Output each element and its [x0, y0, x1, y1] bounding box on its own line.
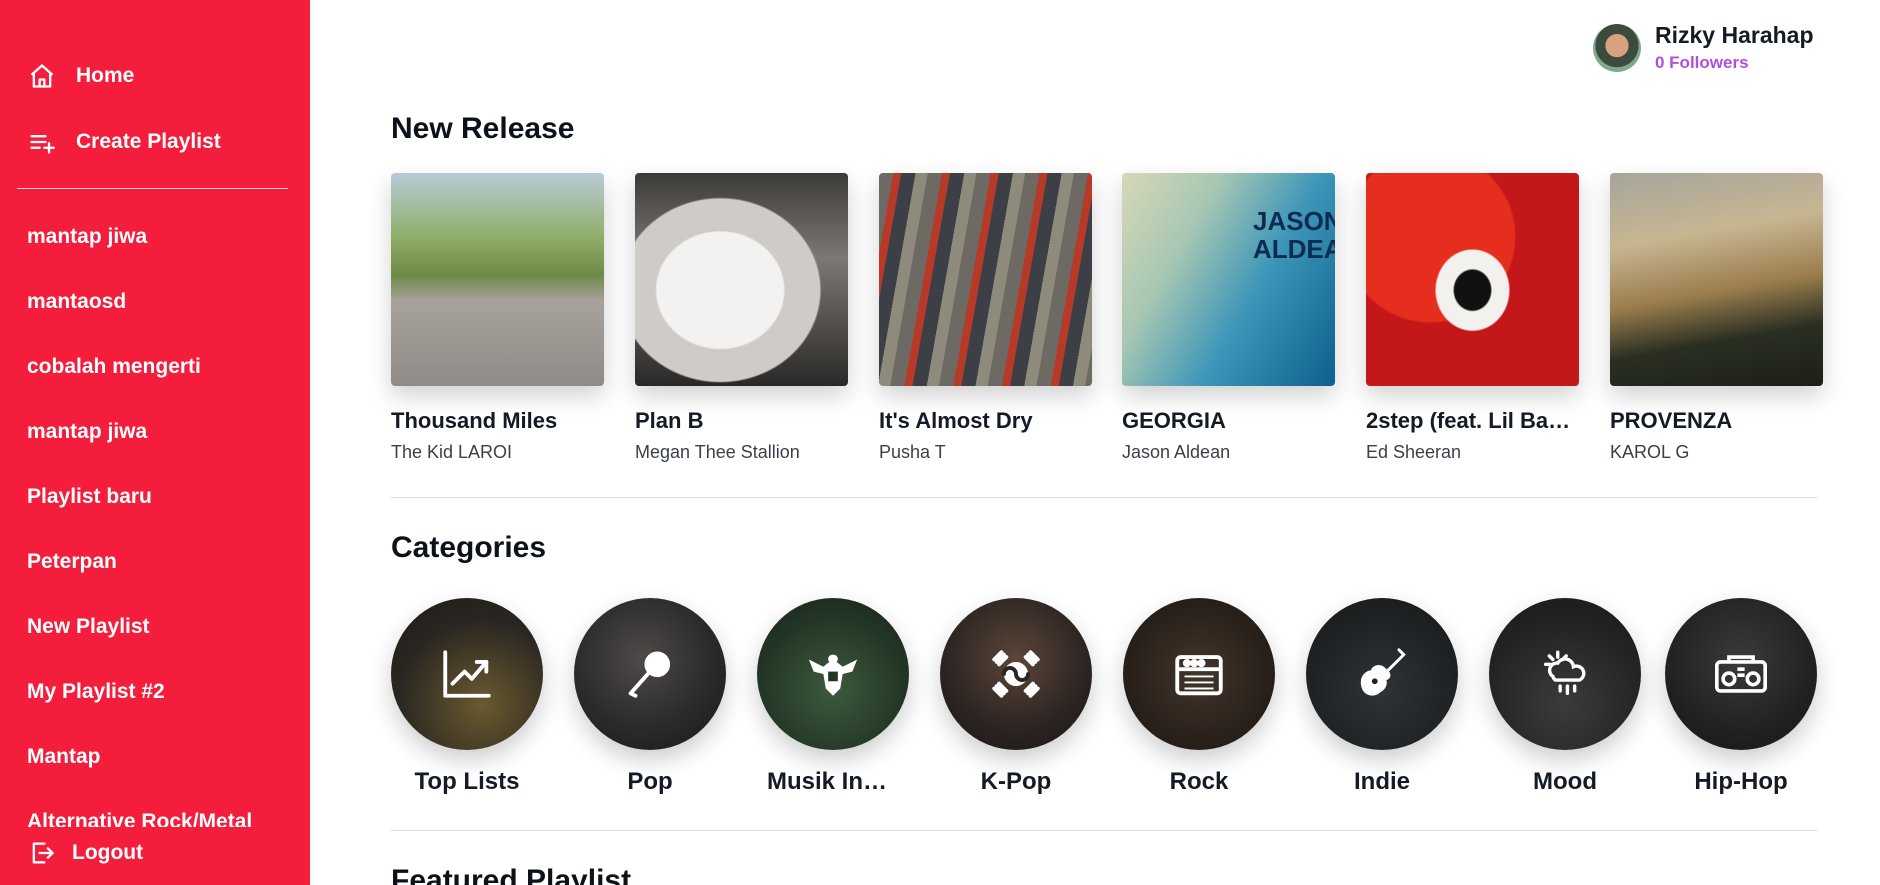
- nav-create-playlist-label: Create Playlist: [76, 130, 221, 153]
- album-cover: [391, 173, 604, 386]
- album-cover: [1366, 173, 1579, 386]
- boombox-icon: [1715, 655, 1767, 693]
- album-cover: [879, 173, 1092, 386]
- logout-label: Logout: [72, 841, 144, 864]
- release-artist: Pusha T: [879, 442, 946, 462]
- playlist-item[interactable]: Playlist baru: [0, 475, 310, 540]
- user-followers: 0 Followers: [1655, 53, 1749, 72]
- category-pop[interactable]: Pop: [574, 598, 726, 796]
- playlist-item[interactable]: My Playlist #2: [0, 670, 310, 735]
- release-card[interactable]: 2step (feat. Lil Baby) Ed Sheeran: [1366, 173, 1579, 463]
- release-artist: The Kid LAROI: [391, 442, 513, 462]
- avatar: [1593, 23, 1641, 72]
- sidebar: Home Create Playlist mantap jiwa mantaos…: [0, 0, 310, 885]
- playlist-list: mantap jiwa mantaosd cobalah mengerti ma…: [0, 215, 310, 827]
- release-title: PROVENZA: [1610, 408, 1733, 433]
- category-image: [1123, 598, 1275, 750]
- garuda-icon: [808, 654, 858, 696]
- release-card[interactable]: PROVENZA KAROL G: [1610, 173, 1823, 463]
- playlist-item[interactable]: mantap jiwa: [0, 410, 310, 475]
- release-title: Thousand Miles: [391, 408, 558, 433]
- category-label: Top Lists: [414, 768, 520, 795]
- playlist-item[interactable]: mantaosd: [0, 280, 310, 345]
- category-label: K-Pop: [980, 768, 1052, 795]
- release-artist: Megan Thee Stallion: [635, 442, 800, 462]
- release-card[interactable]: Plan B Megan Thee Stallion: [635, 173, 848, 463]
- guitar-icon: [1360, 648, 1406, 696]
- playlist-item[interactable]: New Playlist: [0, 605, 310, 670]
- category-k-pop[interactable]: K-Pop: [940, 598, 1092, 796]
- category-indie[interactable]: Indie: [1306, 598, 1458, 796]
- nav-create-playlist[interactable]: Create Playlist: [28, 128, 221, 156]
- logout-icon: [32, 842, 54, 864]
- release-card[interactable]: JASON ALDEAN GEORGIA Jason Aldean: [1122, 173, 1335, 463]
- categories-title: Categories: [391, 531, 547, 564]
- new-release-title: New Release: [391, 112, 575, 145]
- release-title: GEORGIA: [1122, 408, 1226, 433]
- category-musik-indonesia[interactable]: Musik Indonesia: [757, 598, 909, 796]
- chart-icon: [443, 650, 491, 698]
- nav-home[interactable]: Home: [28, 62, 134, 90]
- korea-flag-icon: [992, 650, 1040, 698]
- playlist-item[interactable]: cobalah mengerti: [0, 345, 310, 410]
- section-divider: [391, 497, 1817, 498]
- album-cover: [635, 173, 848, 386]
- category-label: Hip-Hop: [1694, 768, 1788, 795]
- release-title: Plan B: [635, 408, 704, 433]
- category-label: Pop: [627, 768, 673, 795]
- playlist-item[interactable]: Peterpan: [0, 540, 310, 605]
- playlist-item[interactable]: mantap jiwa: [0, 215, 310, 280]
- sidebar-divider: [17, 188, 288, 189]
- playlist-item[interactable]: Alternative Rock/Metal: [0, 800, 310, 827]
- release-card[interactable]: It's Almost Dry Pusha T: [879, 173, 1092, 463]
- release-title: 2step (feat. Lil Baby): [1366, 408, 1579, 433]
- category-label: Indie: [1353, 768, 1410, 795]
- album-cover: [1610, 173, 1823, 386]
- user-name: Rizky Harahap: [1655, 22, 1814, 48]
- playlist-item[interactable]: Mantap: [0, 735, 310, 800]
- release-card[interactable]: Thousand Miles The Kid LAROI: [391, 173, 604, 463]
- playlist-add-icon: [30, 135, 55, 154]
- category-label: Musik Indonesia: [767, 768, 909, 795]
- category-mood[interactable]: Mood: [1489, 598, 1641, 796]
- release-title: It's Almost Dry: [879, 408, 1033, 433]
- category-hip-hop[interactable]: Hip-Hop: [1665, 598, 1817, 796]
- category-image: [1665, 598, 1817, 750]
- category-top-lists[interactable]: Top Lists: [391, 598, 543, 796]
- category-image: [574, 598, 726, 750]
- release-artist: Ed Sheeran: [1366, 442, 1462, 462]
- release-artist: Jason Aldean: [1122, 442, 1231, 462]
- category-label: Mood: [1533, 768, 1597, 795]
- microphone-icon: [628, 651, 671, 698]
- user-profile[interactable]: Rizky Harahap 0 Followers: [1593, 22, 1814, 73]
- nav-home-label: Home: [76, 64, 135, 87]
- album-cover: JASON ALDEAN: [1122, 173, 1335, 386]
- logout-button[interactable]: Logout: [28, 839, 143, 867]
- amplifier-icon: [1175, 655, 1223, 696]
- category-image: [391, 598, 543, 750]
- home-icon: [30, 64, 54, 88]
- cover-text: JASON ALDEAN: [1253, 206, 1335, 264]
- category-image: [1306, 598, 1458, 750]
- category-image: [757, 598, 909, 750]
- category-rock[interactable]: Rock: [1123, 598, 1275, 796]
- weather-icon: [1543, 650, 1586, 696]
- category-image: [940, 598, 1092, 750]
- section-divider: [391, 830, 1817, 831]
- release-artist: KAROL G: [1610, 442, 1690, 462]
- category-label: Rock: [1169, 768, 1229, 795]
- category-image: [1489, 598, 1641, 750]
- featured-playlist-title: Featured Playlist: [391, 864, 632, 885]
